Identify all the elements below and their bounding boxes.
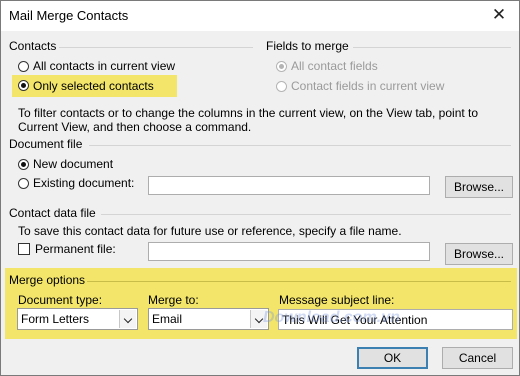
merge-options-separator <box>87 281 511 282</box>
permanent-file-label: Permanent file: <box>35 242 116 256</box>
existing-document-label: Existing document: <box>33 176 135 190</box>
chevron-down-icon[interactable] <box>119 310 136 328</box>
all-contact-fields-label: All contact fields <box>291 59 378 73</box>
watermark-text: Download.com.vn <box>263 309 400 326</box>
merge-to-label: Merge to: <box>148 293 199 307</box>
merge-options-label: Merge options <box>9 273 86 287</box>
all-contacts-label: All contacts in current view <box>33 59 176 73</box>
merge-to-select[interactable]: Email <box>148 308 269 330</box>
new-document-radio[interactable] <box>18 159 29 170</box>
contacts-group-label: Contacts <box>9 39 57 53</box>
merge-to-value: Email <box>152 312 183 326</box>
mail-merge-contacts-dialog: Mail Merge Contacts ✕ Contacts All conta… <box>0 0 520 376</box>
message-subject-label: Message subject line: <box>279 293 395 307</box>
title-bar: Mail Merge Contacts ✕ <box>1 1 519 31</box>
contact-data-note: To save this contact data for future use… <box>18 224 402 238</box>
dialog-title: Mail Merge Contacts <box>9 8 129 23</box>
permanent-file-input[interactable] <box>148 242 430 261</box>
cancel-button[interactable]: Cancel <box>442 347 513 369</box>
all-contact-fields-radio[interactable] <box>276 61 287 72</box>
document-type-value: Form Letters <box>21 312 90 326</box>
contact-fields-current-view-radio[interactable] <box>276 81 287 92</box>
document-type-label: Document type: <box>18 293 103 307</box>
all-contacts-radio[interactable] <box>18 61 29 72</box>
close-icon[interactable]: ✕ <box>489 5 509 25</box>
document-file-label: Document file <box>9 137 83 151</box>
existing-document-input[interactable] <box>148 176 430 195</box>
only-selected-contacts-radio[interactable] <box>18 80 29 91</box>
contact-data-file-separator <box>101 214 511 215</box>
existing-document-radio[interactable] <box>18 178 29 189</box>
permanent-file-browse-button[interactable]: Browse... <box>445 243 513 265</box>
new-document-label: New document <box>33 157 114 171</box>
contacts-separator <box>59 47 253 48</box>
filter-contacts-note: To filter contacts or to change the colu… <box>18 106 479 134</box>
permanent-file-checkbox[interactable] <box>18 243 30 255</box>
only-selected-contacts-label: Only selected contacts <box>33 79 154 93</box>
fields-group-label: Fields to merge <box>266 39 349 53</box>
document-browse-button[interactable]: Browse... <box>445 176 513 198</box>
fields-separator <box>353 47 511 48</box>
contact-fields-current-view-label: Contact fields in current view <box>291 79 445 93</box>
document-type-select[interactable]: Form Letters <box>17 308 138 330</box>
document-file-separator <box>89 145 511 146</box>
ok-button[interactable]: OK <box>357 347 428 369</box>
contact-data-file-label: Contact data file <box>9 206 96 220</box>
